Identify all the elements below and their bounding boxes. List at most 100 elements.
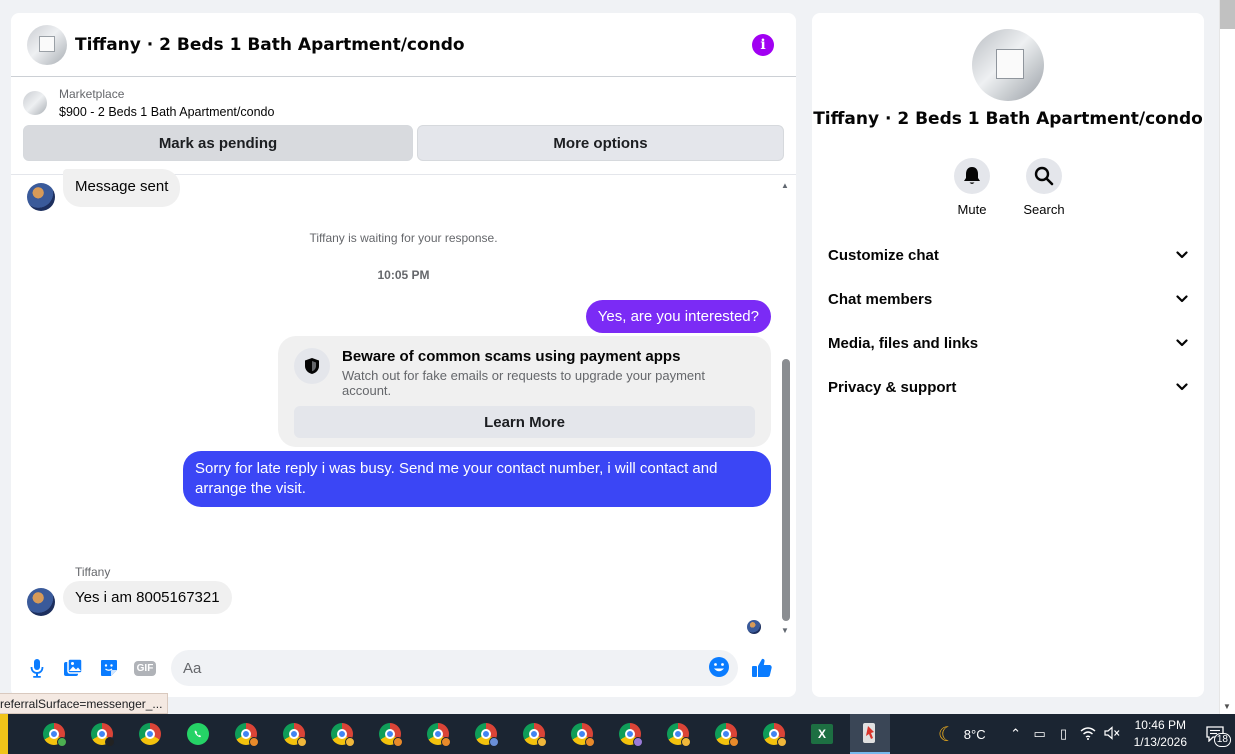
bell-icon (954, 158, 990, 194)
sticker-icon[interactable] (95, 654, 123, 682)
listing-title: $900 - 2 Beds 1 Bath Apartment/condo (59, 105, 275, 119)
thumbs-up-icon[interactable] (748, 654, 776, 682)
search-label: Search (1023, 202, 1065, 217)
scam-warning-title: Beware of common scams using payment app… (342, 348, 681, 365)
marketplace-label: Marketplace (59, 87, 125, 101)
clock-date: 1/13/2026 (1133, 735, 1187, 749)
scam-warning-card: Beware of common scams using payment app… (278, 336, 771, 447)
chrome-taskbar-icon[interactable] (130, 714, 170, 754)
whatsapp-icon[interactable] (178, 714, 218, 754)
outgoing-message[interactable]: Sorry for late reply i was busy. Send me… (183, 451, 771, 507)
section-label: Chat members (828, 290, 933, 308)
marketplace-actions: Mark as pending More options (23, 125, 784, 161)
page-scrollbar-thumb[interactable] (1220, 0, 1235, 29)
chrome-taskbar-icon[interactable] (466, 714, 506, 754)
waiting-note: Tiffany is waiting for your response. (309, 231, 498, 245)
chrome-taskbar-icon[interactable] (418, 714, 458, 754)
weather-widget[interactable]: ☾ 8°C (938, 722, 986, 747)
battery-icon[interactable]: ▯ (1052, 726, 1076, 742)
clock-time: 10:46 PM (1134, 718, 1186, 732)
info-panel-title: Tiffany · 2 Beds 1 Bath Apartment/condo (813, 109, 1203, 129)
gif-icon[interactable]: GIF (131, 654, 159, 682)
conversation-info-panel: Tiffany · 2 Beds 1 Bath Apartment/condo … (812, 13, 1204, 697)
chrome-taskbar-icon[interactable] (562, 714, 602, 754)
taskbar-clock[interactable]: 10:46 PM 1/13/2026 (1134, 717, 1187, 751)
wifi-icon[interactable] (1076, 726, 1100, 743)
chat-header: Tiffany · 2 Beds 1 Bath Apartment/condo … (11, 13, 796, 77)
chrome-taskbar-icon[interactable] (610, 714, 650, 754)
phone-link-icon[interactable]: ▭ (1028, 726, 1052, 742)
temperature: 8°C (963, 726, 986, 742)
marketplace-listing[interactable]: Marketplace $900 - 2 Beds 1 Bath Apartme… (23, 87, 784, 119)
chevron-down-icon (1176, 246, 1188, 264)
learn-more-button[interactable]: Learn More (294, 406, 755, 438)
listing-avatar[interactable] (27, 24, 67, 65)
shield-icon (294, 348, 330, 384)
chrome-taskbar-icon[interactable] (322, 714, 362, 754)
more-options-button[interactable]: More options (417, 125, 784, 161)
chat-members-section[interactable]: Chat members (820, 277, 1196, 321)
message-timestamp: 10:05 PM (377, 268, 430, 282)
listing-thumbnail (23, 91, 47, 115)
privacy-support-section[interactable]: Privacy & support (820, 365, 1196, 409)
message-input[interactable] (171, 650, 738, 686)
mute-button[interactable]: Mute (950, 158, 994, 217)
scroll-down-icon[interactable]: ▼ (781, 626, 789, 635)
status-bar-url: referralSurface=messenger_... (0, 693, 168, 714)
section-label: Customize chat (828, 246, 939, 264)
mute-label: Mute (957, 202, 987, 217)
chrome-taskbar-icon[interactable] (226, 714, 266, 754)
chrome-taskbar-icon[interactable] (370, 714, 410, 754)
windows-taskbar: X ☾ 8°C ⌃ ▭ ▯ 10:46 PM 1/13/2026 18 (0, 714, 1235, 754)
chevron-down-icon (1176, 378, 1188, 396)
info-icon[interactable]: i (752, 33, 774, 56)
message-scrollbar-thumb[interactable] (782, 359, 790, 621)
active-app-icon[interactable] (850, 714, 890, 754)
info-actions: Mute Search (812, 158, 1204, 217)
message-input-wrap (167, 650, 738, 686)
photo-icon[interactable] (59, 654, 87, 682)
scroll-down-icon[interactable]: ▼ (1223, 702, 1231, 711)
message-sent-bubble: Message sent (63, 169, 181, 207)
speaker-muted-icon[interactable] (1100, 725, 1124, 743)
chevron-down-icon (1176, 290, 1188, 308)
section-label: Privacy & support (828, 378, 957, 396)
message-list[interactable]: Message sent Tiffany is waiting for your… (11, 169, 796, 637)
contact-avatar[interactable] (27, 183, 55, 211)
contact-avatar[interactable] (27, 588, 55, 616)
message-composer: GIF (11, 639, 796, 697)
mark-as-pending-button[interactable]: Mark as pending (23, 125, 413, 161)
chrome-taskbar-icon[interactable] (274, 714, 314, 754)
chrome-taskbar-icon[interactable] (706, 714, 746, 754)
chrome-taskbar-icon[interactable] (754, 714, 794, 754)
chevron-down-icon (1176, 334, 1188, 352)
notification-center-icon[interactable]: 18 (1201, 720, 1231, 748)
section-label: Media, files and links (828, 334, 979, 352)
outgoing-message[interactable]: Yes, are you interested? (585, 300, 771, 333)
listing-avatar-large[interactable] (972, 29, 1044, 101)
excel-icon[interactable]: X (802, 714, 842, 754)
chrome-taskbar-icon[interactable] (658, 714, 698, 754)
chrome-taskbar-icon[interactable] (514, 714, 554, 754)
scam-warning-text: Watch out for fake emails or requests to… (342, 368, 705, 398)
notification-count: 18 (1213, 733, 1231, 747)
system-tray: ☾ 8°C ⌃ ▭ ▯ 10:46 PM 1/13/2026 18 (938, 714, 1235, 754)
search-icon (1026, 158, 1062, 194)
scroll-up-icon[interactable]: ▲ (781, 181, 789, 190)
chrome-taskbar-icon[interactable] (34, 714, 74, 754)
media-files-links-section[interactable]: Media, files and links (820, 321, 1196, 365)
marketplace-bar: Marketplace $900 - 2 Beds 1 Bath Apartme… (11, 77, 796, 175)
incoming-message[interactable]: Yes i am 8005167321 (63, 581, 232, 614)
sender-name: Tiffany (75, 565, 111, 579)
chrome-taskbar-icon[interactable] (82, 714, 122, 754)
emoji-icon[interactable] (708, 656, 732, 680)
chevron-up-icon[interactable]: ⌃ (1004, 726, 1028, 742)
customize-chat-section[interactable]: Customize chat (820, 233, 1196, 277)
info-sections: Customize chat Chat members Media, files… (812, 233, 1204, 409)
start-button[interactable] (0, 714, 8, 754)
microphone-icon[interactable] (23, 654, 51, 682)
page-scrollbar[interactable]: ▼ (1219, 0, 1235, 714)
seen-avatar (747, 620, 761, 634)
search-button[interactable]: Search (1022, 158, 1066, 217)
chat-title[interactable]: Tiffany · 2 Beds 1 Bath Apartment/condo (75, 35, 465, 55)
